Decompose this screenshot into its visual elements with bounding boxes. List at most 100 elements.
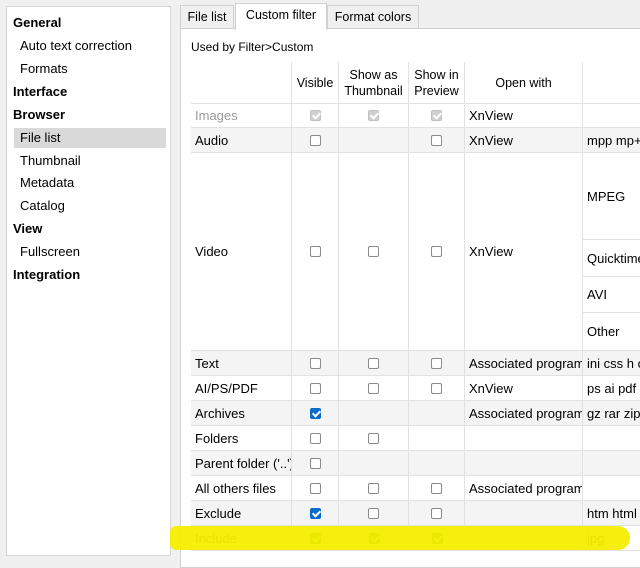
format-table: Visible Show as Thumbnail Show in Preview O… bbox=[191, 62, 640, 562]
cell-visible bbox=[292, 376, 339, 401]
preview-checkbox-audio[interactable] bbox=[431, 134, 442, 146]
row-label-text: Text bbox=[191, 351, 292, 376]
sidebar-item-metadata[interactable]: Metadata bbox=[20, 173, 165, 193]
row-label-folders: Folders bbox=[191, 426, 292, 451]
row-label-audio: Audio bbox=[191, 128, 292, 153]
thumb-checkbox-video[interactable] bbox=[368, 246, 379, 257]
thumb-checkbox-text[interactable] bbox=[368, 357, 379, 369]
highlight-marker bbox=[170, 526, 630, 550]
preview-checkbox-text[interactable] bbox=[431, 357, 442, 369]
cell-thumb bbox=[339, 128, 409, 153]
cell-visible bbox=[292, 153, 339, 351]
visible-checkbox-text[interactable] bbox=[309, 357, 321, 369]
cell-visible bbox=[292, 351, 339, 376]
cell-visible bbox=[292, 451, 339, 476]
sidebar-item-integration[interactable]: Integration bbox=[13, 265, 80, 285]
open-with-ai-ps-pdf[interactable]: XnView bbox=[465, 376, 583, 401]
sidebar-item-thumbnail[interactable]: Thumbnail bbox=[20, 151, 165, 171]
cell-preview bbox=[409, 128, 465, 153]
open-with-parent-folder[interactable] bbox=[465, 451, 583, 476]
sidebar-item-auto-text-correction[interactable]: Auto text correction bbox=[20, 36, 165, 56]
preview-checkbox-video[interactable] bbox=[431, 246, 442, 257]
cell-thumb bbox=[339, 501, 409, 526]
extensions-text[interactable]: ini css h c bbox=[583, 351, 640, 376]
column-header-extensions bbox=[583, 62, 640, 104]
thumb-checkbox-folders[interactable] bbox=[368, 432, 379, 444]
panel-title: Used by Filter>Custom bbox=[191, 40, 314, 54]
thumb-checkbox-all-others-files[interactable] bbox=[368, 482, 379, 494]
sidebar-item-fullscreen[interactable]: Fullscreen bbox=[20, 242, 165, 262]
cell-visible bbox=[292, 476, 339, 501]
open-with-video[interactable]: XnView bbox=[465, 153, 583, 351]
open-with-folders[interactable] bbox=[465, 426, 583, 451]
sidebar-item-general[interactable]: General bbox=[13, 13, 61, 33]
sidebar-item-catalog[interactable]: Catalog bbox=[20, 196, 165, 216]
sidebar-item-formats[interactable]: Formats bbox=[20, 59, 165, 79]
visible-checkbox-images[interactable] bbox=[309, 110, 321, 121]
cell-preview bbox=[409, 401, 465, 426]
sidebar-item-browser[interactable]: Browser bbox=[13, 105, 65, 125]
open-with-images[interactable]: XnView bbox=[465, 104, 583, 128]
open-with-exclude[interactable] bbox=[465, 501, 583, 526]
extensions-folders[interactable] bbox=[583, 426, 640, 451]
cell-preview bbox=[409, 376, 465, 401]
visible-checkbox-ai-ps-pdf[interactable] bbox=[309, 382, 321, 394]
preview-checkbox-exclude[interactable] bbox=[431, 507, 442, 519]
open-with-all-others-files[interactable]: Associated program bbox=[465, 476, 583, 501]
thumb-checkbox-ai-ps-pdf[interactable] bbox=[368, 382, 379, 394]
extensions-all-others-files[interactable] bbox=[583, 476, 640, 501]
tab-custom-filter[interactable]: Custom filter bbox=[235, 3, 327, 30]
visible-checkbox-all-others-files[interactable] bbox=[309, 482, 321, 494]
extensions-exclude[interactable]: htm html bbox=[583, 501, 640, 526]
video-sub-quicktime[interactable]: Quicktime bbox=[583, 240, 640, 277]
extensions-ai-ps-pdf[interactable]: ps ai pdf e bbox=[583, 376, 640, 401]
row-label-video: Video bbox=[191, 153, 292, 351]
open-with-text[interactable]: Associated program bbox=[465, 351, 583, 376]
visible-checkbox-video[interactable] bbox=[309, 246, 321, 257]
cell-visible bbox=[292, 104, 339, 128]
visible-checkbox-parent-folder[interactable] bbox=[309, 457, 321, 469]
preview-checkbox-ai-ps-pdf[interactable] bbox=[431, 382, 442, 394]
tab-file-list[interactable]: File list bbox=[180, 5, 234, 28]
open-with-archives[interactable]: Associated program bbox=[465, 401, 583, 426]
extensions-images[interactable] bbox=[583, 104, 640, 128]
thumb-checkbox-exclude[interactable] bbox=[368, 507, 379, 519]
cell-preview bbox=[409, 153, 465, 351]
cell-thumb bbox=[339, 153, 409, 351]
video-sub-mpeg[interactable]: MPEG bbox=[583, 153, 640, 240]
cell-visible bbox=[292, 128, 339, 153]
video-sub-other[interactable]: Other bbox=[583, 313, 640, 351]
row-label-exclude: Exclude bbox=[191, 501, 292, 526]
preview-checkbox-images[interactable] bbox=[431, 110, 442, 121]
column-header-preview: Show in Preview bbox=[409, 62, 465, 104]
visible-checkbox-audio[interactable] bbox=[309, 134, 321, 146]
cell-thumb bbox=[339, 426, 409, 451]
sidebar-item-view[interactable]: View bbox=[13, 219, 42, 239]
extensions-archives[interactable]: gz rar zip bbox=[583, 401, 640, 426]
extensions-parent-folder[interactable] bbox=[583, 451, 640, 476]
row-label-all-others-files: All others files bbox=[191, 476, 292, 501]
preview-checkbox-all-others-files[interactable] bbox=[431, 482, 442, 494]
thumb-checkbox-images[interactable] bbox=[368, 110, 379, 121]
cell-preview bbox=[409, 426, 465, 451]
cell-thumb bbox=[339, 451, 409, 476]
visible-checkbox-archives[interactable] bbox=[309, 407, 321, 419]
settings-sidebar: General Auto text correction Formats Interf… bbox=[6, 6, 171, 556]
column-header-thumb: Show as Thumbnail bbox=[339, 62, 409, 104]
sidebar-item-interface[interactable]: Interface bbox=[13, 82, 67, 102]
row-label-images: Images bbox=[191, 104, 292, 128]
visible-checkbox-exclude[interactable] bbox=[309, 507, 321, 519]
column-header-openwith: Open with bbox=[465, 62, 583, 104]
video-sub-avi[interactable]: AVI bbox=[583, 277, 640, 313]
extensions-audio[interactable]: mpp mp+ bbox=[583, 128, 640, 153]
sidebar-item-file-list[interactable]: File list bbox=[14, 128, 166, 148]
row-label-archives: Archives bbox=[191, 401, 292, 426]
cell-preview bbox=[409, 501, 465, 526]
open-with-audio[interactable]: XnView bbox=[465, 128, 583, 153]
column-header-type bbox=[191, 62, 292, 104]
visible-checkbox-folders[interactable] bbox=[309, 432, 321, 444]
tab-format-colors[interactable]: Format colors bbox=[327, 5, 419, 28]
cell-preview bbox=[409, 104, 465, 128]
cell-thumb bbox=[339, 351, 409, 376]
cell-visible bbox=[292, 501, 339, 526]
